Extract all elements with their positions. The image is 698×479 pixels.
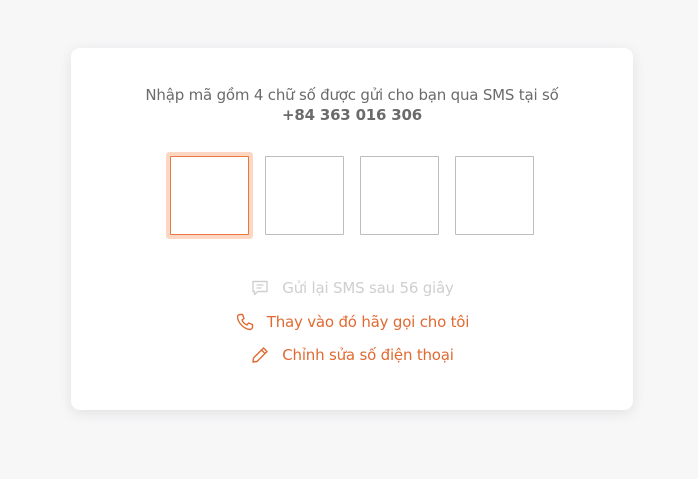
- pencil-icon: [250, 345, 270, 365]
- resend-label: Gửi lại SMS sau 56 giây: [282, 279, 454, 297]
- call-me-link[interactable]: Thay vào đó hãy gọi cho tôi: [71, 310, 633, 334]
- message-icon: [250, 278, 270, 298]
- phone-number: +84 363 016 306: [281, 106, 423, 124]
- otp-digit-4[interactable]: [455, 156, 534, 235]
- call-me-label: Thay vào đó hãy gọi cho tôi: [266, 313, 470, 331]
- sms-prompt: Nhập mã gồm 4 chữ số được gửi cho bạn qu…: [71, 85, 633, 125]
- verification-card: Nhập mã gồm 4 chữ số được gửi cho bạn qu…: [71, 48, 633, 410]
- phone-icon: [235, 312, 255, 332]
- edit-phone-link[interactable]: Chỉnh sửa số điện thoại: [71, 343, 633, 367]
- prompt-text: Nhập mã gồm 4 chữ số được gửi cho bạn qu…: [145, 86, 559, 104]
- otp-digit-3[interactable]: [360, 156, 439, 235]
- otp-digit-2[interactable]: [265, 156, 344, 235]
- resend-sms-link: Gửi lại SMS sau 56 giây: [71, 276, 633, 300]
- edit-phone-label: Chỉnh sửa số điện thoại: [282, 346, 454, 364]
- otp-digit-1[interactable]: [170, 156, 249, 235]
